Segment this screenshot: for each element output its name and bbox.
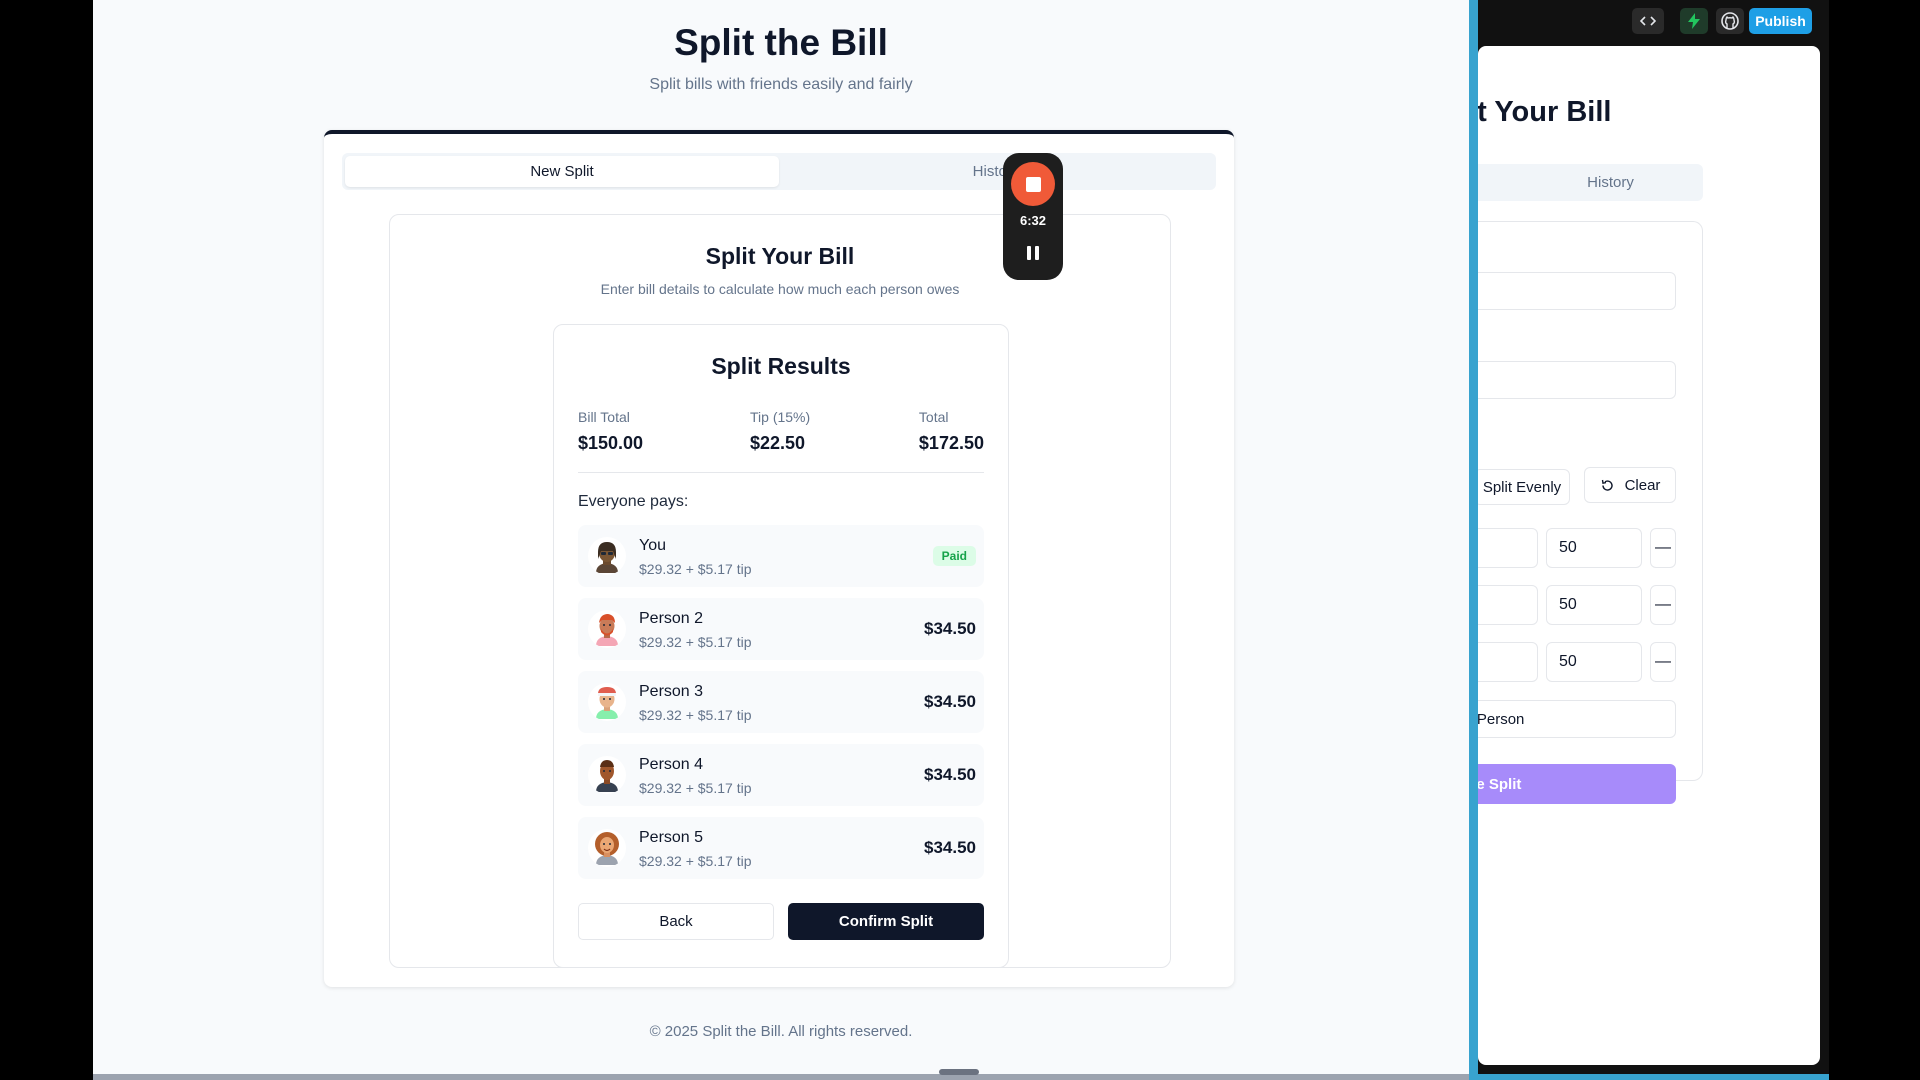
preview-add-person-button[interactable]: Add Person [1478, 700, 1676, 738]
avatar-person-3-icon [588, 683, 626, 721]
preview-form-card: Split Evenly Clear 50 — 50 — 50 — [1478, 221, 1703, 781]
preview-clear-button[interactable]: Clear [1584, 467, 1676, 503]
pause-recording-button[interactable] [1019, 239, 1047, 267]
calculate-split-label: Calculate Split [1478, 775, 1522, 793]
pause-icon-bar [1027, 246, 1031, 260]
person-name: Person 4 [639, 756, 704, 773]
preview-split-evenly-button[interactable]: Split Evenly [1478, 469, 1570, 505]
github-icon [1721, 12, 1739, 30]
person-detail: $29.32 + $5.17 tip [639, 634, 752, 650]
avatar-you-icon [588, 537, 626, 575]
preview-share-input[interactable]: 50 [1546, 642, 1642, 682]
person-row-2[interactable]: Person 2 $29.32 + $5.17 tip $34.50 [578, 598, 984, 660]
split-evenly-label: Split Evenly [1482, 478, 1562, 496]
paid-badge: Paid [932, 546, 976, 566]
person-detail: $29.32 + $5.17 tip [639, 561, 752, 577]
page-title: Split the Bill [674, 22, 888, 63]
stop-icon [1025, 176, 1041, 192]
bottom-accent-strip [1478, 1074, 1829, 1080]
split-results-panel: Split Results Bill Total $150.00 Tip (15… [553, 324, 1009, 968]
preview-remove-person-button[interactable]: — [1650, 585, 1676, 625]
avatar-person-2-icon [588, 610, 626, 648]
tip-label: Tip (15%) [750, 409, 811, 425]
publish-button[interactable]: Publish [1749, 8, 1812, 34]
preview-tip-input[interactable] [1478, 361, 1676, 399]
results-title: Split Results [711, 353, 851, 379]
add-person-label: Add Person [1478, 710, 1525, 728]
card-subtitle: Enter bill details to calculate how much… [600, 281, 960, 297]
preview-bill-amount-input[interactable] [1478, 272, 1676, 310]
preview-title: Split Your Bill [1478, 96, 1612, 128]
preview-share-input[interactable]: 50 [1546, 528, 1642, 568]
preview-person-name-input[interactable] [1478, 642, 1538, 682]
person-list: You $29.32 + $5.17 tip Paid Person 2 $29… [578, 525, 984, 890]
pause-icon-bar [1035, 246, 1039, 260]
total-value: $172.50 [918, 433, 984, 453]
tab-history[interactable]: History [779, 156, 1213, 187]
total-label: Total [918, 409, 949, 425]
avatar-person-4-icon [588, 756, 626, 794]
github-button[interactable] [1716, 8, 1744, 34]
footer-copyright: © 2025 Split the Bill. All rights reserv… [649, 1023, 913, 1040]
bottom-scrollbar-track [93, 1074, 1469, 1080]
tab-new-split[interactable]: New Split [345, 156, 779, 187]
app-preview: Split Your Bill History Split Evenly Cle… [1478, 46, 1820, 1065]
preview-remove-person-button[interactable]: — [1650, 642, 1676, 682]
main-card: New Split History Split Your Bill Enter … [324, 130, 1234, 987]
person-amount: $34.50 [924, 619, 976, 638]
person-amount: $34.50 [924, 838, 976, 857]
code-view-button[interactable] [1632, 8, 1664, 34]
person-amount: $34.50 [924, 765, 976, 784]
tab-bar: New Split History [342, 153, 1216, 190]
person-name: Person 3 [639, 683, 704, 700]
scrollbar-handle[interactable] [939, 1069, 979, 1075]
clear-label: Clear [1624, 476, 1661, 494]
page-subtitle: Split bills with friends easily and fair… [649, 76, 913, 93]
preview-person-name-input[interactable] [1478, 528, 1538, 568]
person-name: Person 5 [639, 829, 704, 846]
tip-value: $22.50 [750, 433, 806, 453]
screen-recorder-widget: 6:32 [1003, 153, 1063, 280]
recording-timer: 6:32 [1019, 213, 1047, 228]
split-form-card: Split Your Bill Enter bill details to ca… [389, 214, 1171, 968]
preview-person-name-input[interactable] [1478, 585, 1538, 625]
person-amount: $34.50 [924, 692, 976, 711]
person-detail: $29.32 + $5.17 tip [639, 707, 752, 723]
panel-divider[interactable] [1469, 0, 1478, 1080]
bolt-icon [1688, 13, 1700, 29]
reset-icon [1601, 479, 1613, 491]
stop-recording-button[interactable] [1011, 162, 1055, 206]
bill-total-value: $150.00 [578, 433, 644, 453]
person-row-3[interactable]: Person 3 $29.32 + $5.17 tip $34.50 [578, 671, 984, 733]
person-row-4[interactable]: Person 4 $29.32 + $5.17 tip $34.50 [578, 744, 984, 806]
tip-summary: Tip (15%) $22.50 [750, 409, 810, 454]
avatar-person-5-icon [588, 829, 626, 867]
preview-calculate-split-button[interactable]: Calculate Split [1478, 764, 1676, 804]
preview-tab-bar: History [1478, 164, 1703, 201]
preview-remove-person-button[interactable]: — [1650, 528, 1676, 568]
bill-total-summary: Bill Total $150.00 [578, 409, 643, 454]
person-row-5[interactable]: Person 5 $29.32 + $5.17 tip $34.50 [578, 817, 984, 879]
person-name: You [639, 537, 666, 554]
everyone-pays-label: Everyone pays: [578, 493, 689, 510]
person-detail: $29.32 + $5.17 tip [639, 780, 752, 796]
person-row-you[interactable]: You $29.32 + $5.17 tip Paid [578, 525, 984, 587]
bill-total-label: Bill Total [578, 409, 630, 425]
person-detail: $29.32 + $5.17 tip [639, 853, 752, 869]
confirm-split-button[interactable]: Confirm Split [788, 903, 984, 940]
bolt-button[interactable] [1680, 8, 1708, 34]
code-icon [1640, 16, 1656, 26]
person-name: Person 2 [639, 610, 704, 627]
app-window: Split the Bill Split bills with friends … [93, 0, 1469, 1075]
preview-tab-history[interactable]: History [1478, 174, 1703, 191]
back-button[interactable]: Back [578, 903, 774, 940]
total-summary: Total $172.50 [919, 409, 984, 454]
preview-share-input[interactable]: 50 [1546, 585, 1642, 625]
bill-summary: Bill Total $150.00 Tip (15%) $22.50 Tota… [578, 409, 984, 473]
